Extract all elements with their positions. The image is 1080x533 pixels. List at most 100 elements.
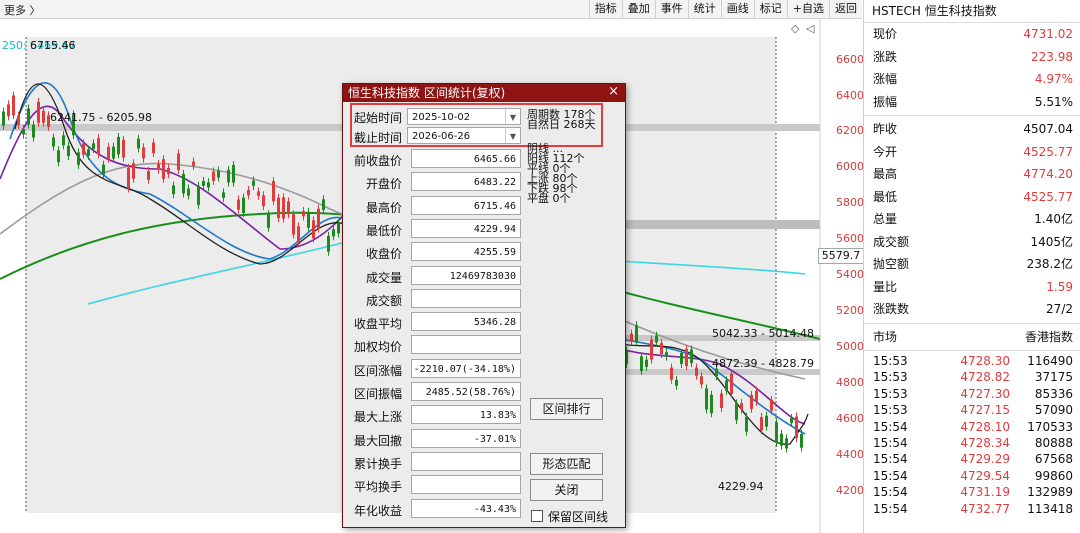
stat-field-value[interactable]: 6465.66 <box>411 149 521 168</box>
stat-field-label: 最低价 <box>365 223 402 238</box>
y-tick: 4400 <box>836 448 864 461</box>
candle-body <box>262 195 265 207</box>
quote-row: 今开 4525.77 <box>864 141 1080 164</box>
toolbar-add-watchlist-button[interactable]: +自选 <box>786 0 829 18</box>
candle-body <box>77 152 80 165</box>
stat-field-value[interactable]: 13.83% <box>411 405 521 425</box>
market-value: 香港指数 <box>1024 329 1073 344</box>
stat-field-value[interactable]: 4255.59 <box>411 242 521 262</box>
candle-body <box>710 394 713 414</box>
candle-body <box>57 150 60 163</box>
quote-value: 238.2亿 <box>1026 257 1073 271</box>
more-menu[interactable]: 更多 〉 <box>4 2 41 18</box>
candle-body <box>760 416 763 431</box>
stat-field-value[interactable]: 12469783030 <box>411 265 521 285</box>
stat-field-value[interactable]: 5346.28 <box>411 312 521 332</box>
close-icon[interactable]: × <box>608 84 619 99</box>
candle-body <box>795 416 798 439</box>
diamond-icon[interactable]: ◇ <box>791 22 799 35</box>
quote-value: 1405亿 <box>1030 234 1073 249</box>
keep-interval-checkbox[interactable]: 保留区间线 <box>531 508 608 525</box>
candle-body <box>705 388 708 410</box>
stat-field: 成交量 12469783030 <box>349 265 524 286</box>
stat-field-value[interactable]: -43.43% <box>411 498 521 518</box>
pattern-match-button[interactable]: 形态匹配 <box>530 453 603 475</box>
start-date-picker[interactable]: 2025-10-02 ▼ <box>407 108 521 125</box>
stat-field-label: 加权均价 <box>353 340 402 355</box>
chevron-down-icon[interactable]: ▼ <box>505 128 520 143</box>
toolbar-overlay-button[interactable]: 叠加 <box>621 0 655 18</box>
toolbar-buttons: 指标 叠加 事件 统计 画线 标记 +自选 返回 <box>588 0 862 18</box>
expand-icon[interactable]: ◁ <box>806 22 814 35</box>
candle-body <box>680 352 683 364</box>
y-tick: 6200 <box>836 124 864 137</box>
toolbar-event-button[interactable]: 事件 <box>654 0 688 18</box>
end-date-value: 2026-06-26 <box>412 131 471 142</box>
stat-field-value[interactable] <box>411 288 521 308</box>
candle-body <box>665 352 668 357</box>
quote-label: 涨跌 <box>873 49 898 64</box>
stat-field-value[interactable] <box>411 475 521 495</box>
candle-body <box>87 149 90 156</box>
stat-field-value[interactable]: 4229.94 <box>411 218 521 238</box>
stat-field: 前收盘价 6465.66 <box>349 149 524 169</box>
candle-body <box>640 356 643 372</box>
candle-body <box>167 168 170 175</box>
y-tick: 5400 <box>836 268 864 281</box>
candle-body <box>2 111 5 126</box>
tick-row: 15:54 4731.19 132989 <box>864 484 1080 500</box>
stat-field-value[interactable] <box>411 335 521 355</box>
chevron-down-icon[interactable]: ▼ <box>505 109 520 124</box>
candle-body <box>137 138 140 149</box>
tick-price: 4728.34 <box>960 435 1010 450</box>
candle-body <box>117 136 120 155</box>
stat-field-value[interactable]: 6483.22 <box>411 172 521 192</box>
candle-body <box>745 416 748 432</box>
stat-field-value[interactable] <box>411 451 521 471</box>
toolbar-mark-button[interactable]: 标记 <box>753 0 787 18</box>
toolbar-stats-button[interactable]: 统计 <box>687 0 721 18</box>
toolbar-draw-button[interactable]: 画线 <box>720 0 754 18</box>
interval-stats-dialog: 恒生科技指数 区间统计(复权) × 起始时间 2025-10-02 ▼ 截止时间… <box>342 83 626 528</box>
high-price-marker: 6715.46 <box>30 39 76 52</box>
toolbar-indicator-button[interactable]: 指标 <box>588 0 622 18</box>
tick-time: 15:53 <box>873 354 908 368</box>
quote-label: 昨收 <box>873 122 898 136</box>
candle-body <box>282 197 285 219</box>
stat-field-label: 年化收益 <box>353 503 402 518</box>
candle-body <box>217 170 220 178</box>
stat-field-label: 最大回撤 <box>353 433 402 448</box>
stat-field-label: 区间振幅 <box>353 387 402 401</box>
keep-interval-label: 保留区间线 <box>548 510 609 524</box>
quote-label: 量比 <box>873 279 898 294</box>
stat-field-value[interactable]: -37.01% <box>411 428 521 448</box>
tick-time: 15:53 <box>873 403 908 418</box>
tick-price: 4732.77 <box>960 501 1010 516</box>
stat-field: 累计换手 <box>349 451 524 472</box>
end-time-label: 截止时间 <box>354 131 403 145</box>
gap-label-mid: 5042.33 - 5014.48 <box>712 327 814 340</box>
checkbox-icon[interactable] <box>531 510 543 522</box>
close-button[interactable]: 关闭 <box>530 479 603 501</box>
market-label: 市场 <box>873 329 898 344</box>
candle-body <box>740 403 743 410</box>
chart-toolbar: 更多 〉 指标 叠加 事件 统计 画线 标记 +自选 返回 <box>0 0 862 19</box>
tick-time: 15:54 <box>873 435 908 450</box>
candle-body <box>102 164 105 175</box>
toolbar-back-button[interactable]: 返回 <box>829 0 862 18</box>
stat-field: 平均换手 <box>349 475 524 495</box>
stat-field-value[interactable]: 6715.46 <box>411 195 521 215</box>
candle-body <box>207 182 210 188</box>
stat-field-value[interactable]: 2485.52(58.76%) <box>411 382 521 401</box>
y-tick: 5000 <box>836 340 864 353</box>
interval-rank-button[interactable]: 区间排行 <box>530 398 603 420</box>
candle-body <box>152 142 155 154</box>
stat-field-label: 最高价 <box>365 200 402 215</box>
candle-body <box>317 208 320 229</box>
tick-volume: 99860 <box>1034 468 1073 483</box>
quote-label: 总量 <box>873 212 898 226</box>
tick-volume: 113418 <box>1027 501 1073 516</box>
stat-field-value[interactable]: -2210.07(-34.18%) <box>411 358 521 378</box>
stat-field-label: 收盘价 <box>365 247 402 262</box>
end-date-picker[interactable]: 2026-06-26 ▼ <box>407 127 521 144</box>
